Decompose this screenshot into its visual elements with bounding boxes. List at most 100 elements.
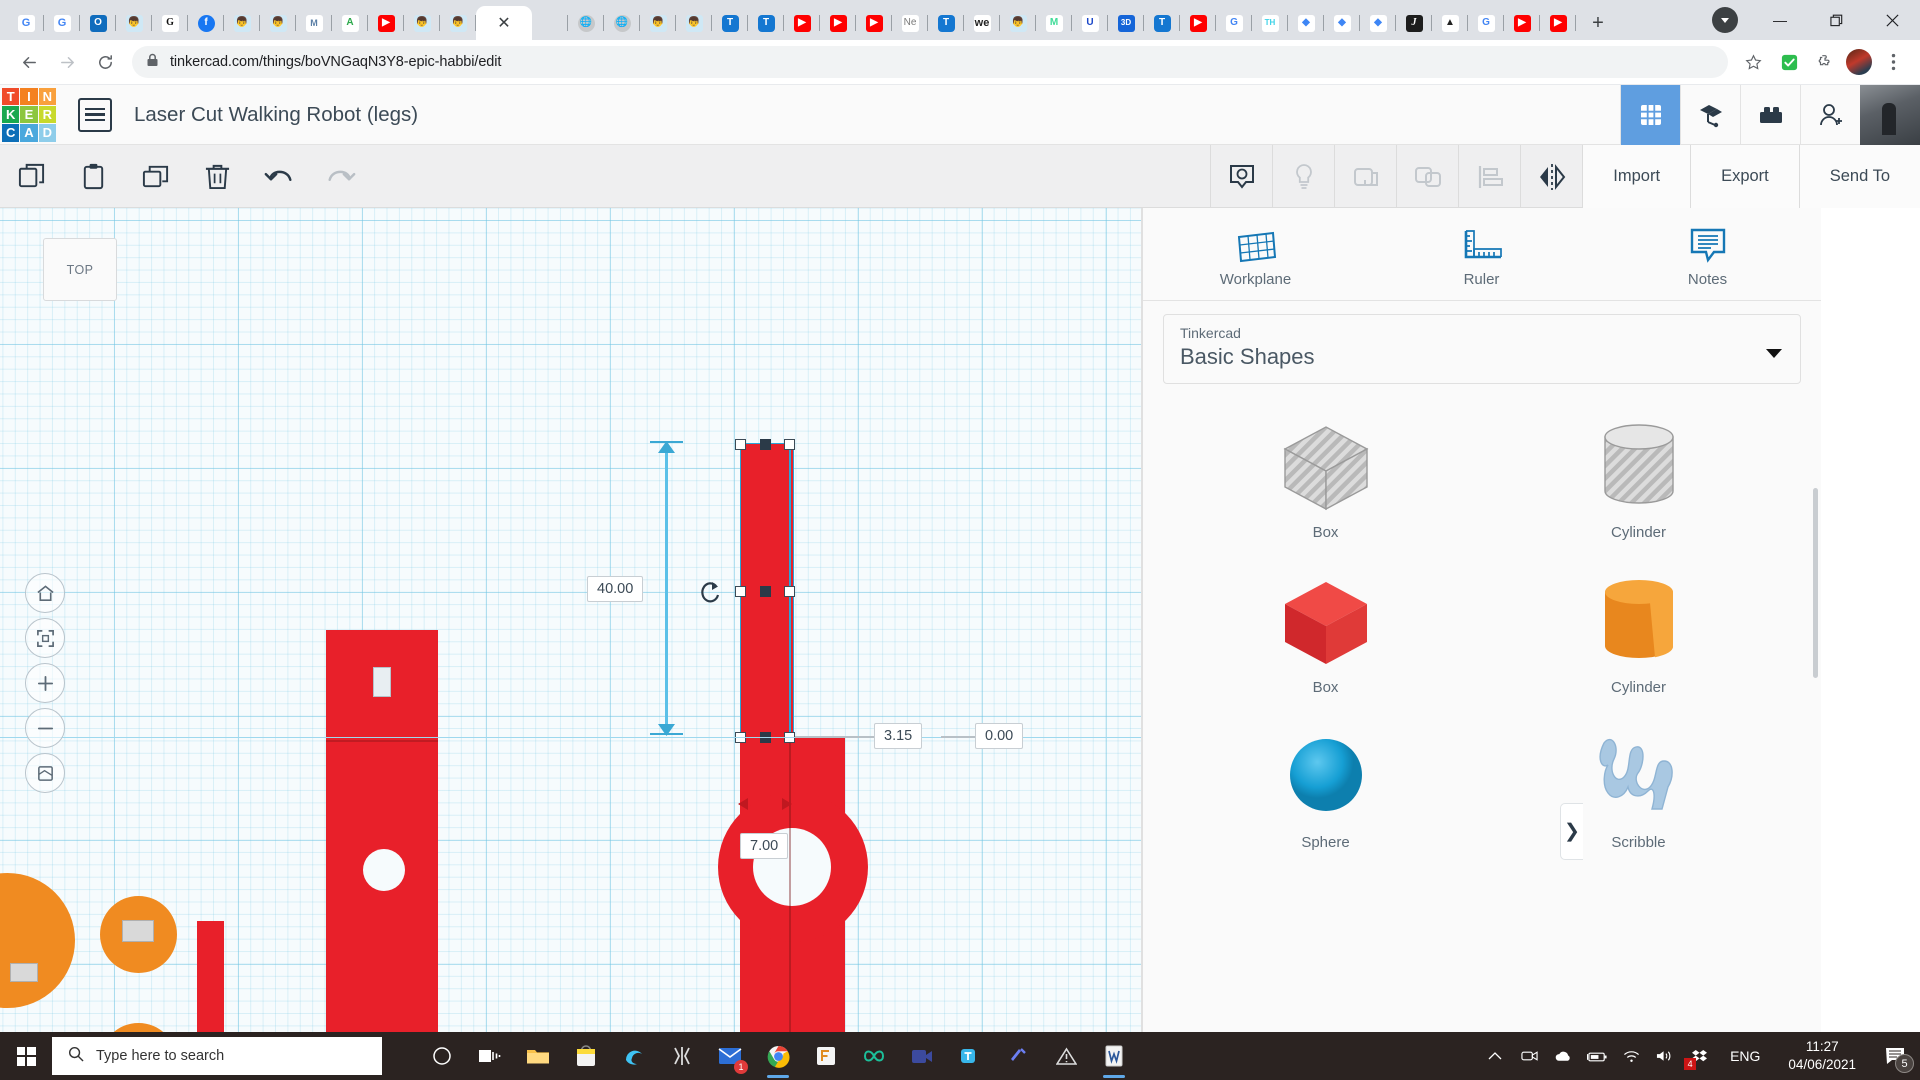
browser-tab-22[interactable]: ▶ xyxy=(820,6,856,40)
browser-tab-19[interactable]: T xyxy=(712,6,748,40)
word-button[interactable] xyxy=(1090,1032,1138,1080)
selection-handle-center[interactable] xyxy=(760,586,771,597)
browser-tab-25[interactable]: T xyxy=(928,6,964,40)
browser-tab-26[interactable]: we xyxy=(964,6,1000,40)
workplane-tool[interactable]: Workplane xyxy=(1143,226,1369,288)
plus-icon[interactable] xyxy=(25,663,65,703)
microsoft-store-button[interactable] xyxy=(562,1032,610,1080)
browser-tab-27[interactable]: 👦 xyxy=(1000,6,1036,40)
new-tab-button[interactable]: + xyxy=(1584,9,1612,37)
fit-all-icon[interactable] xyxy=(25,618,65,658)
paste-button[interactable] xyxy=(62,145,124,208)
selection-handle-ml[interactable] xyxy=(735,586,746,597)
circuits-button[interactable] xyxy=(1680,85,1740,145)
browser-tab-11[interactable]: 👦 xyxy=(404,6,440,40)
designs-grid-button[interactable] xyxy=(1620,85,1680,145)
chrome-profile-avatar[interactable] xyxy=(1846,49,1872,75)
perspective-box-icon[interactable] xyxy=(25,753,65,793)
shape-cylinder-hole[interactable]: Cylinder xyxy=(1482,400,1795,551)
chrome-button[interactable] xyxy=(754,1032,802,1080)
chevron-right-icon[interactable]: ❯ xyxy=(1560,803,1583,860)
chrome-menu-icon[interactable] xyxy=(1878,47,1908,77)
shape-orange-circle-2[interactable] xyxy=(100,1023,177,1032)
action-center-icon[interactable]: 5 xyxy=(1870,1032,1920,1080)
browser-tab-41[interactable]: ▶ xyxy=(1504,6,1540,40)
browser-tab-39[interactable]: ▲ xyxy=(1432,6,1468,40)
align-icon[interactable] xyxy=(1458,145,1520,208)
user-avatar[interactable] xyxy=(1860,85,1920,145)
close-icon[interactable]: ✕ xyxy=(497,13,510,33)
window-minimize-button[interactable]: — xyxy=(1752,0,1808,40)
browser-tab-6[interactable]: 👦 xyxy=(224,6,260,40)
browser-tab-14[interactable] xyxy=(532,6,568,40)
browser-tab-42[interactable]: ▶ xyxy=(1540,6,1576,40)
browser-tab-35[interactable]: ◆ xyxy=(1288,6,1324,40)
browser-tab-12[interactable]: 👦 xyxy=(440,6,476,40)
browser-tab-9[interactable]: A xyxy=(332,6,368,40)
browser-tab-40[interactable]: G xyxy=(1468,6,1504,40)
shelf-scrollbar[interactable] xyxy=(1813,488,1818,678)
browser-tab-29[interactable]: U xyxy=(1072,6,1108,40)
selection-handle-tl[interactable] xyxy=(735,439,746,450)
tinkercad-logo[interactable]: TINKERCAD xyxy=(2,88,56,142)
file-explorer-button[interactable] xyxy=(514,1032,562,1080)
shape-scribble[interactable]: Scribble xyxy=(1482,710,1795,861)
browser-tab-15[interactable]: 🌐 xyxy=(568,6,604,40)
browser-tab-21[interactable]: ▶ xyxy=(784,6,820,40)
address-bar[interactable]: tinkercad.com/things/boVNGaqN3Y8-epic-ha… xyxy=(132,46,1728,78)
selection-handle-mr[interactable] xyxy=(784,586,795,597)
battery-charging-icon[interactable] xyxy=(1580,1032,1614,1080)
browser-tab-8[interactable]: M xyxy=(296,6,332,40)
bookmark-star-icon[interactable] xyxy=(1738,47,1768,77)
drive-button[interactable] xyxy=(1042,1032,1090,1080)
group-shapes-icon[interactable] xyxy=(1334,145,1396,208)
browser-tab-3[interactable]: 👦 xyxy=(116,6,152,40)
lightbulb-icon[interactable] xyxy=(1272,145,1334,208)
sketch-button[interactable] xyxy=(994,1032,1042,1080)
teams-button[interactable] xyxy=(946,1032,994,1080)
mirror-flip-icon[interactable] xyxy=(1520,145,1582,208)
duplicate-button[interactable] xyxy=(124,145,186,208)
browser-tab-16[interactable]: 🌐 xyxy=(604,6,640,40)
fusion-button[interactable] xyxy=(802,1032,850,1080)
browser-tab-1[interactable]: G xyxy=(44,6,80,40)
position-x-label[interactable]: 3.15 xyxy=(874,723,922,749)
browser-tab-17[interactable]: 👦 xyxy=(640,6,676,40)
shape-box-hole[interactable]: Box xyxy=(1169,400,1482,551)
browser-tab-36[interactable]: ◆ xyxy=(1324,6,1360,40)
send-to-button[interactable]: Send To xyxy=(1799,145,1920,208)
invite-people-button[interactable] xyxy=(1800,85,1860,145)
forward-arrow-icon[interactable] xyxy=(50,45,84,79)
browser-tab-30[interactable]: 3D xyxy=(1108,6,1144,40)
browser-tab-33[interactable]: G xyxy=(1216,6,1252,40)
shape-library-selector[interactable]: Tinkercad Basic Shapes xyxy=(1163,314,1801,384)
taskbar-clock[interactable]: 11:27 04/06/2021 xyxy=(1774,1038,1870,1074)
browser-tab-5[interactable]: f xyxy=(188,6,224,40)
profile-chip-icon[interactable] xyxy=(1712,7,1738,33)
ungroup-shapes-icon[interactable] xyxy=(1396,145,1458,208)
app-button[interactable] xyxy=(658,1032,706,1080)
back-arrow-icon[interactable] xyxy=(12,45,46,79)
browser-tab-24[interactable]: Ne xyxy=(892,6,928,40)
chevron-up-icon[interactable] xyxy=(1478,1032,1512,1080)
browser-tab-37[interactable]: ◆ xyxy=(1360,6,1396,40)
browser-tab-4[interactable]: G xyxy=(152,6,188,40)
window-maximize-button[interactable] xyxy=(1808,0,1864,40)
shape-orange-circle-large[interactable] xyxy=(0,873,75,1008)
browser-tab-32[interactable]: ▶ xyxy=(1180,6,1216,40)
task-view-button[interactable] xyxy=(466,1032,514,1080)
undo-arrow-icon[interactable] xyxy=(248,145,310,208)
rotate-handle-icon[interactable] xyxy=(700,580,722,611)
dropbox-icon[interactable]: 4 xyxy=(1682,1032,1716,1080)
position-y-label[interactable]: 0.00 xyxy=(975,723,1023,749)
comment-bubble-icon[interactable] xyxy=(1210,145,1272,208)
view-cube[interactable]: TOP xyxy=(43,238,117,301)
browser-tab-38[interactable]: J xyxy=(1396,6,1432,40)
shape-sphere[interactable]: Sphere xyxy=(1169,710,1482,861)
camera-icon[interactable] xyxy=(1512,1032,1546,1080)
redo-arrow-icon[interactable] xyxy=(310,145,372,208)
windows-logo-icon[interactable] xyxy=(0,1032,52,1080)
speaker-icon[interactable] xyxy=(1648,1032,1682,1080)
infinity-button[interactable] xyxy=(850,1032,898,1080)
minus-icon[interactable] xyxy=(25,708,65,748)
